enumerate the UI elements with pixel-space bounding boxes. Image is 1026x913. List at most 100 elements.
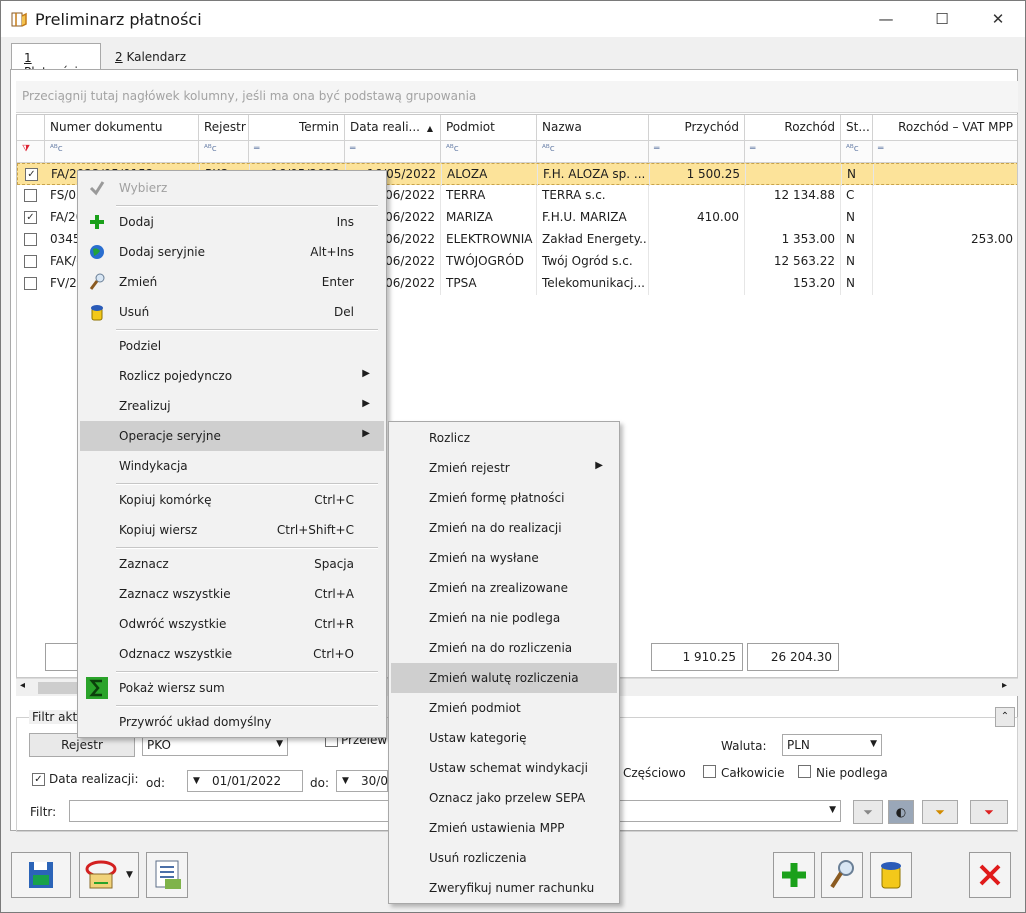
add-button[interactable] [773,852,815,898]
submenu-item-zmień-na-do-realizacji[interactable]: Zmień na do realizacji [391,513,617,543]
cell-podmiot[interactable]: TERRA [441,185,537,207]
menu-item-zrealizuj[interactable]: Zrealizuj ▶ [80,391,384,421]
cell-nazwa[interactable]: Telekomunikacj... [537,273,649,295]
submenu-item-zmień-podmiot[interactable]: Zmień podmiot [391,693,617,723]
calkowicie-checkbox[interactable] [703,765,716,778]
cell-podmiot[interactable]: TPSA [441,273,537,295]
menu-item-usuń[interactable]: Usuń Del [80,297,384,327]
row-checkbox[interactable] [24,277,37,290]
menu-item-dodaj-seryjnie[interactable]: Dodaj seryjnie Alt+Ins [80,237,384,267]
menu-item-operacje-seryjne[interactable]: Operacje seryjne ▶ [80,421,384,451]
cell-podmiot[interactable]: ALOZA [442,164,538,186]
cell-status[interactable]: N [841,229,873,251]
header-rejestr[interactable]: Rejestr [199,115,249,141]
header-data-realizacji[interactable]: Data reali... ▲ [345,115,441,141]
cell-vat[interactable] [873,185,1017,207]
row-checkbox[interactable] [24,255,37,268]
header-numer-dokumentu[interactable]: Numer dokumentu [45,115,199,141]
filter-equals-icon[interactable]: ═ [249,141,345,163]
scroll-right-icon[interactable]: ▸ [1002,680,1007,691]
menu-item-odznacz-wszystkie[interactable]: Odznacz wszystkie Ctrl+O [80,639,384,669]
cell-vat[interactable] [873,251,1017,273]
submenu-item-ustaw-schemat-windykacji[interactable]: Ustaw schemat windykacji [391,753,617,783]
cell-przychod[interactable] [649,229,745,251]
row-checkbox[interactable] [24,233,37,246]
menu-item-windykacja[interactable]: Windykacja [80,451,384,481]
submenu-item-usuń-rozliczenia[interactable]: Usuń rozliczenia [391,843,617,873]
header-przychod[interactable]: Przychód [649,115,745,141]
do-date-field[interactable]: ▼ 30/0 [336,770,388,792]
menu-item-zmień[interactable]: Zmień Enter [80,267,384,297]
header-termin[interactable]: Termin [249,115,345,141]
menu-item-wybierz[interactable]: Wybierz [80,173,384,203]
filter-text-icon[interactable]: ᴬᴮc [199,141,249,163]
menu-item-zaznacz-wszystkie[interactable]: Zaznacz wszystkie Ctrl+A [80,579,384,609]
close-button[interactable]: ✕ [975,1,1021,37]
cell-status[interactable]: N [841,273,873,295]
filter-equals-icon[interactable]: ═ [745,141,841,163]
menu-item-dodaj[interactable]: Dodaj Ins [80,207,384,237]
submenu-item-rozlicz[interactable]: Rozlicz [391,423,617,453]
menu-item-rozlicz-pojedynczo[interactable]: Rozlicz pojedynczo ▶ [80,361,384,391]
header-checkbox-column[interactable] [17,115,45,141]
submenu-item-zmień-rejestr[interactable]: Zmień rejestr ▶ [391,453,617,483]
filter-text-icon[interactable]: ᴬᴮc [45,141,199,163]
submenu-item-zmień-ustawienia-mpp[interactable]: Zmień ustawienia MPP [391,813,617,843]
cell-przychod[interactable] [649,273,745,295]
menu-item-zaznacz[interactable]: Zaznacz Spacja [80,549,384,579]
menu-item-odwróć-wszystkie[interactable]: Odwróć wszystkie Ctrl+R [80,609,384,639]
cell-status[interactable]: N [841,251,873,273]
filter-text-icon[interactable]: ᴬᴮc [841,141,873,163]
header-status[interactable]: St... [841,115,873,141]
cell-przychod[interactable]: 1 500.25 [650,164,746,186]
filter-text-icon[interactable]: ᴬᴮc [537,141,649,163]
funnel-add-icon[interactable]: ⏷ [922,800,958,824]
cell-nazwa[interactable]: Twój Ogród s.c. [537,251,649,273]
cell-rozchod[interactable] [746,164,842,186]
tab-platnosci[interactable]: 1 Płatności [11,43,101,79]
od-date-field[interactable]: ▼ 01/01/2022 [187,770,303,792]
header-nazwa[interactable]: Nazwa [537,115,649,141]
chevron-down-icon[interactable]: ▼ [342,776,349,786]
scroll-left-icon[interactable]: ◂ [20,680,25,691]
cell-vat[interactable] [873,207,1017,229]
menu-item-kopiuj-komórkę[interactable]: Kopiuj komórkę Ctrl+C [80,485,384,515]
filter-text-icon[interactable]: ᴬᴮc [441,141,537,163]
submenu-item-zmień-na-do-rozliczenia[interactable]: Zmień na do rozliczenia [391,633,617,663]
funnel-icon[interactable]: ⏷ [853,800,883,824]
chevron-down-icon[interactable]: ▼ [829,805,836,815]
filter-row-icon[interactable]: ⧩ [17,141,45,163]
cell-przychod[interactable]: 410.00 [649,207,745,229]
group-by-panel[interactable]: Przeciągnij tutaj nagłówek kolumny, jeśl… [16,81,1018,113]
filter-equals-icon[interactable]: ═ [873,141,1017,163]
maximize-button[interactable]: ☐ [919,1,965,37]
list-button[interactable] [146,852,188,898]
funnel-clear-icon[interactable]: ⏷ [970,800,1008,824]
title-bar[interactable]: Preliminarz płatności — ☐ ✕ [1,1,1025,37]
header-rozchod-vat-mpp[interactable]: Rozchód – VAT MPP [873,115,1017,141]
refresh-filter-icon[interactable]: ◐ [888,800,914,824]
cell-status[interactable]: C [841,185,873,207]
cell-vat[interactable]: 253.00 [873,229,1017,251]
cell-nazwa[interactable]: F.H. ALOZA sp. ... [538,164,650,186]
submenu-item-zmień-na-nie-podlega[interactable]: Zmień na nie podlega [391,603,617,633]
nie-podlega-checkbox[interactable] [798,765,811,778]
submenu-item-zmień-na-wysłane[interactable]: Zmień na wysłane [391,543,617,573]
chevron-down-icon[interactable]: ▼ [193,776,200,786]
tab-kalendarz[interactable]: 2 Kalendarz [103,43,199,70]
data-realizacji-checkbox[interactable]: ✓ [32,773,45,786]
row-checkbox[interactable]: ✓ [25,168,38,181]
menu-item-pokaż-wiersz-sum[interactable]: Pokaż wiersz sum [80,673,384,703]
delete-button[interactable] [870,852,912,898]
cell-vat[interactable] [874,164,1017,186]
cell-rozchod[interactable]: 153.20 [745,273,841,295]
submenu-item-oznacz-jako-przelew-sepa[interactable]: Oznacz jako przelew SEPA [391,783,617,813]
cell-nazwa[interactable]: Zakład Energety... [537,229,649,251]
header-rozchod[interactable]: Rozchód [745,115,841,141]
waluta-combo[interactable]: PLN ▼ [782,734,882,756]
cell-rozchod[interactable] [745,207,841,229]
cell-nazwa[interactable]: F.H.U. MARIZA [537,207,649,229]
cell-rozchod[interactable]: 12 134.88 [745,185,841,207]
print-button[interactable]: ▼ [79,852,139,898]
cell-status[interactable]: N [842,164,874,186]
